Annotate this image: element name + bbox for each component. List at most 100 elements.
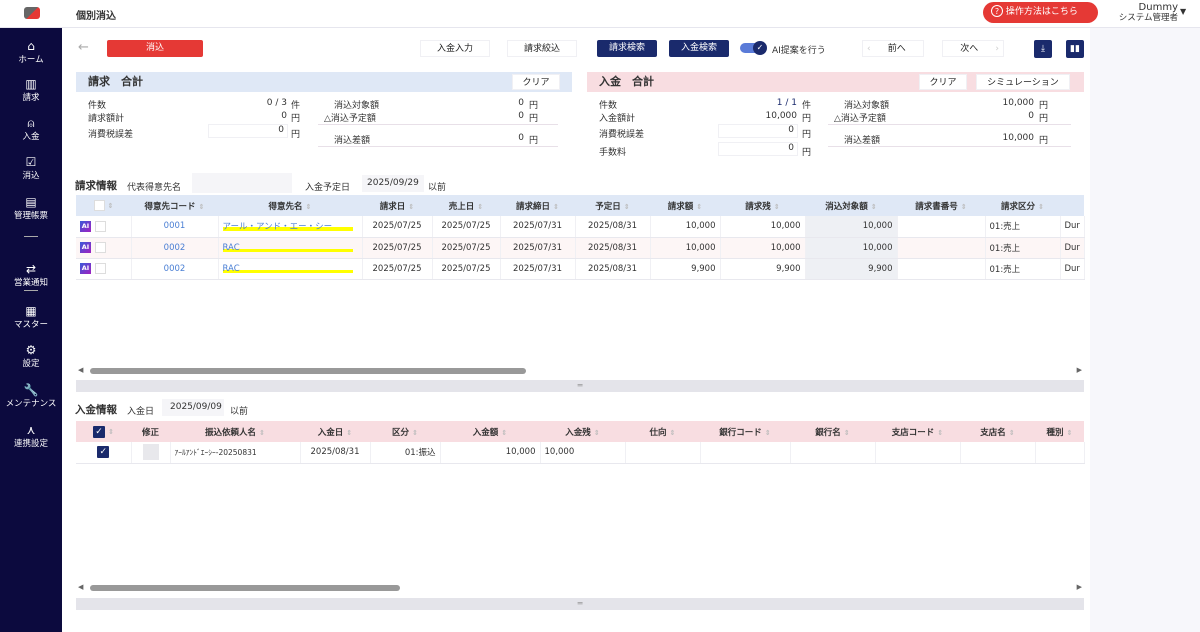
cell: 0002 [131, 237, 219, 259]
row-select[interactable]: AI [76, 258, 132, 280]
table-header: ✓ ⇕ 修正 振込依頼人名 ⇕ 入金日 ⇕ 区分 ⇕ 入金額 ⇕ 入金残 ⇕ 仕向 ⇕ 銀行コード ⇕ 銀行名 ⇕ 支… [76, 421, 1084, 442]
table-row[interactable]: AI 0002 RAC 2025/07/25 2025/07/25 2025/07/31 2… [76, 237, 1085, 259]
column-header[interactable]: 得意先名 ⇕ [218, 195, 362, 216]
cell: 2025/07/31 [500, 237, 576, 259]
cell[interactable]: 10,000 [805, 216, 898, 238]
customer-code-link[interactable]: 0001 [164, 221, 186, 231]
due-date-input[interactable]: 2025/09/29 [362, 175, 424, 192]
sidebar-item-6[interactable]: ▦ マスター [0, 305, 62, 331]
pane-splitter-bottom[interactable]: ═ [76, 598, 1084, 610]
deposit-input-button[interactable]: 入金入力 [420, 40, 490, 57]
column-header[interactable]: 請求日 ⇕ [362, 195, 432, 216]
column-header[interactable]: 消込対象額 ⇕ [805, 195, 897, 216]
row-checkbox[interactable] [95, 263, 106, 274]
column-header[interactable]: 請求額 ⇕ [650, 195, 720, 216]
sidebar-item-label: 営業通知 [13, 278, 48, 288]
sidebar-item-0[interactable]: ⌂ ホーム [0, 40, 62, 66]
column-header[interactable]: 入金額 ⇕ [440, 421, 540, 442]
download-icon[interactable]: ⤓ [1034, 40, 1052, 58]
table-row[interactable]: AI 0002 RAC 2025/07/25 2025/07/25 2025/07/31 2… [76, 258, 1085, 280]
chevron-down-icon[interactable]: ▼ [1180, 7, 1186, 16]
column-header[interactable]: 種別 ⇕ [1035, 421, 1084, 442]
sidebar-item-5[interactable]: ⇄ 営業通知 [0, 263, 62, 289]
back-arrow-icon[interactable]: ← [78, 40, 89, 55]
sidebar-item-9[interactable]: ⋏ 連携設定 [0, 424, 62, 450]
table-row[interactable]: AI 0001 アール・アンド・エー・シー 2025/07/25 2025/07/25 2… [76, 216, 1085, 238]
cell[interactable]: 9,900 [805, 258, 898, 280]
sidebar-item-7[interactable]: ⚙ 設定 [0, 344, 62, 370]
logo-icon[interactable] [24, 7, 40, 19]
column-header[interactable]: 請求残 ⇕ [720, 195, 805, 216]
table-row[interactable]: ✓ ｱｰﾙｱﾝﾄﾞｴｰｼｰ-20250831 2025/08/31 01:振込 10,0… [76, 442, 1085, 464]
sidebar-item-1[interactable]: ▥ 請求 [0, 78, 62, 104]
sort-icon: ⇕ [623, 202, 630, 211]
columns-icon[interactable]: ▮▮ [1066, 40, 1084, 58]
rep-customer-input[interactable] [192, 173, 292, 193]
customer-code-link[interactable]: 0002 [164, 243, 186, 253]
column-header[interactable]: 支店名 ⇕ [960, 421, 1035, 442]
deposit-clear-button[interactable]: クリア [919, 74, 967, 90]
deposit-date-input[interactable]: 2025/09/09 [162, 399, 224, 416]
edit-button[interactable] [131, 442, 171, 464]
help-button[interactable]: ? 操作方法はこちら [983, 2, 1098, 23]
row-checkbox[interactable] [95, 220, 106, 232]
deposit-search-button[interactable]: 入金検索 [669, 40, 729, 57]
ai-toggle[interactable]: ✓ [740, 41, 770, 55]
pane-splitter[interactable]: ═ [76, 380, 1084, 392]
invoice-summary-title: 請求 合計 [76, 72, 572, 92]
cell: 10,000 [650, 216, 721, 238]
deposit-tax-input[interactable]: 0 [718, 124, 798, 138]
column-header[interactable]: 銀行コード ⇕ [700, 421, 790, 442]
column-header[interactable]: 区分 ⇕ [370, 421, 440, 442]
reconcile-button[interactable]: 消込 [107, 40, 203, 57]
invoice-filter-button[interactable]: 請求絞込 [507, 40, 577, 57]
customer-code-link[interactable]: 0002 [164, 264, 186, 274]
sidebar-item-3[interactable]: ☑ 消込 [0, 156, 62, 182]
scroll-thumb[interactable] [90, 368, 526, 374]
column-header[interactable]: 支店コード ⇕ [875, 421, 960, 442]
invoice-tax-input[interactable]: 0 [208, 124, 288, 138]
sidebar-item-2[interactable]: ⍝ 入金 [0, 117, 62, 143]
row-select[interactable]: AI [76, 216, 132, 238]
invoice-clear-button[interactable]: クリア [512, 74, 560, 90]
sort-icon: ⇕ [1038, 202, 1044, 211]
sidebar-item-label: マスター [13, 320, 48, 330]
row-checkbox[interactable]: ✓ [76, 442, 132, 464]
cell: 2025/07/25 [362, 258, 433, 280]
row-select[interactable]: AI [76, 237, 132, 259]
column-header[interactable]: 入金残 ⇕ [540, 421, 625, 442]
column-header[interactable]: 仕向 ⇕ [625, 421, 700, 442]
ai-icon: AI [80, 263, 91, 274]
sidebar-item-4[interactable]: ▤ 管理帳票 [0, 196, 62, 222]
sidebar-item-label: 入金 [22, 132, 40, 142]
customer-name-link[interactable]: RAC [222, 263, 353, 274]
column-header[interactable]: 請求締日 ⇕ [500, 195, 575, 216]
column-header[interactable]: 振込依頼人名 ⇕ [170, 421, 300, 442]
invoice-hscrollbar[interactable]: ◀ ▶ [76, 366, 1084, 375]
column-header[interactable]: 入金日 ⇕ [300, 421, 370, 442]
column-header[interactable]: 銀行名 ⇕ [790, 421, 875, 442]
sidebar-item-8[interactable]: 🔧 メンテナンス [0, 384, 62, 410]
select-all-checkbox[interactable]: ✓ ⇕ [76, 421, 131, 442]
row-checkbox[interactable] [95, 242, 106, 253]
next-button[interactable]: 次へ › [942, 40, 1004, 57]
sort-icon: ⇕ [669, 428, 676, 437]
deposit-hscrollbar[interactable]: ◀ ▶ [76, 583, 1084, 592]
customer-name-link[interactable]: アール・アンド・エー・シー [222, 220, 353, 233]
user-menu[interactable]: Dummy システム管理者 [1110, 2, 1178, 24]
column-header[interactable]: 売上日 ⇕ [432, 195, 500, 216]
customer-name-link[interactable]: RAC [222, 242, 353, 253]
cell[interactable]: 10,000 [805, 237, 898, 259]
select-all-checkbox[interactable]: ⇕ [76, 195, 131, 216]
column-header[interactable]: 請求区分 ⇕ [985, 195, 1060, 216]
cell [897, 237, 986, 259]
sort-icon: ⇕ [843, 428, 850, 437]
simulation-button[interactable]: シミュレーション [976, 74, 1070, 90]
prev-button[interactable]: ‹ 前へ [862, 40, 924, 57]
column-header[interactable]: 請求書番号 ⇕ [897, 195, 985, 216]
fee-input[interactable]: 0 [718, 142, 798, 156]
column-header[interactable]: 予定日 ⇕ [575, 195, 650, 216]
invoice-search-button[interactable]: 請求検索 [597, 40, 657, 57]
column-header[interactable]: 得意先コード ⇕ [131, 195, 218, 216]
scroll-thumb[interactable] [90, 585, 400, 591]
